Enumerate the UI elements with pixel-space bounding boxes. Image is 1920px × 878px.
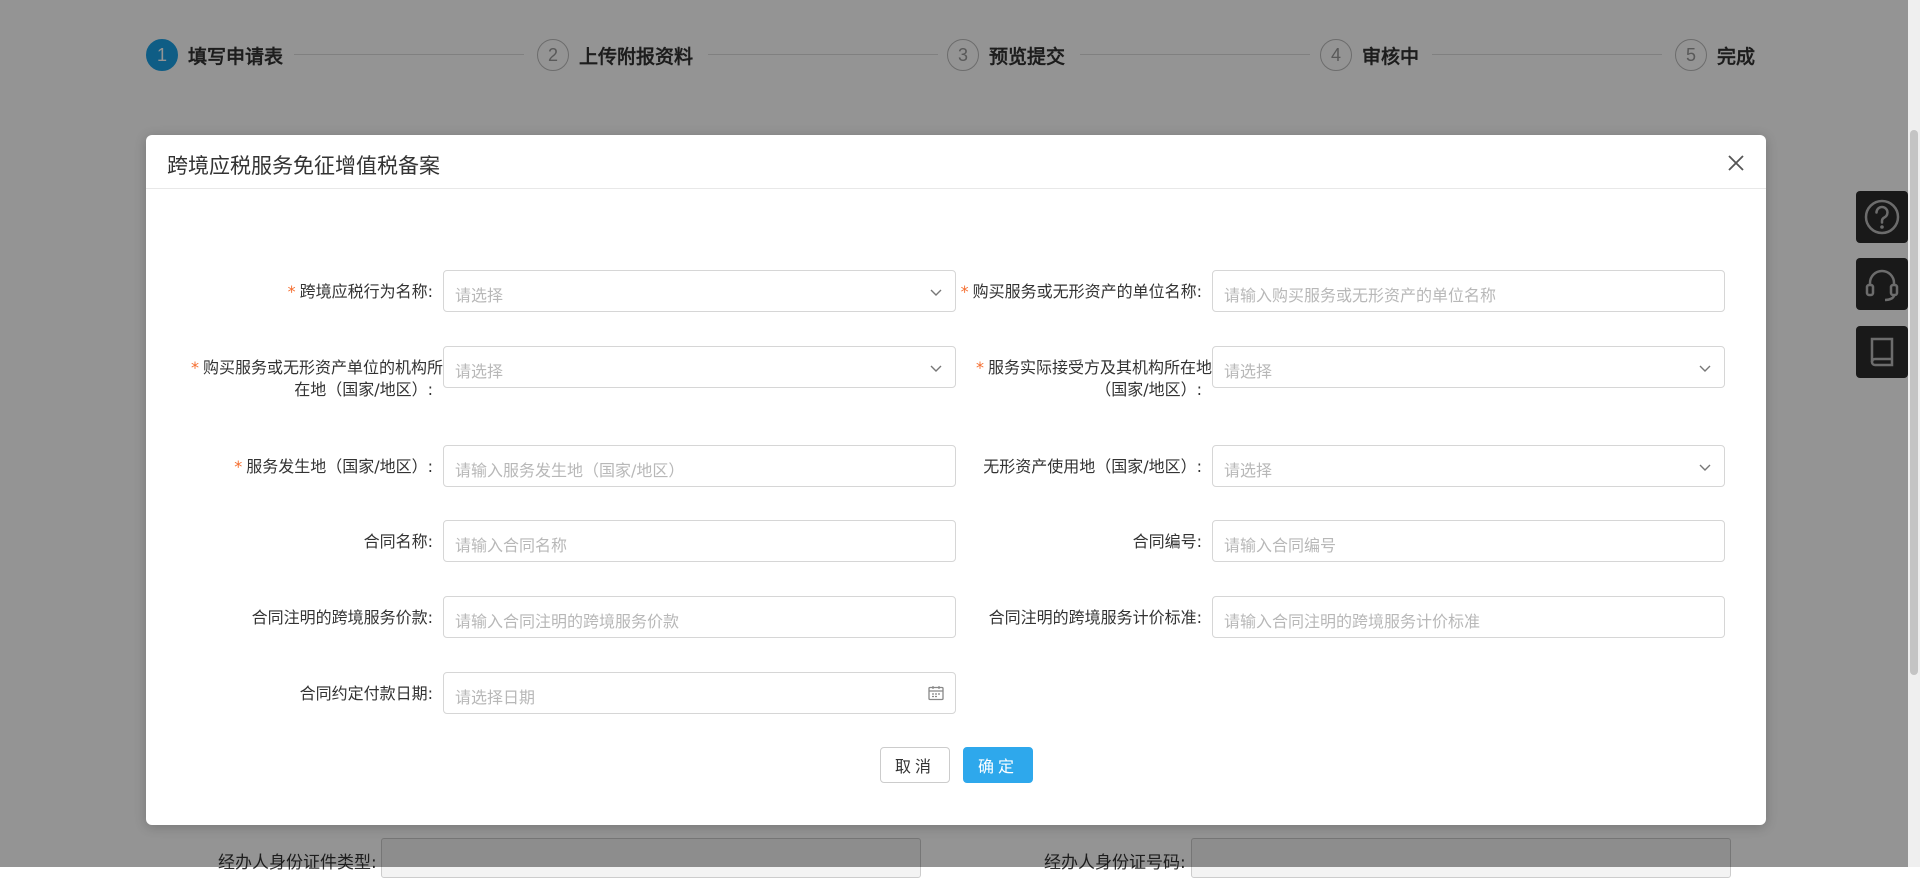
buyer-name-input[interactable]: 请输入购买服务或无形资产的单位名称 [1212,270,1725,312]
contract-no-label: 合同编号: [1132,532,1202,551]
filing-dialog: 跨境应税服务免征增值税备案 * 跨境应税行为名称: 请选择 * 购买服务或无形资产的… [146,135,1766,825]
service-place-input[interactable]: 请输入服务发生地（国家/地区） [443,445,956,487]
payment-date-label: 合同约定付款日期: [299,684,433,703]
chevron-down-icon [1699,464,1711,471]
dialog-title: 跨境应税服务免征增值税备案 [167,154,440,178]
service-place-label: * 服务发生地（国家/地区）: [234,457,433,476]
confirm-button[interactable]: 确定 [963,747,1033,783]
chevron-down-icon [930,365,942,372]
chevron-down-icon [930,289,942,296]
contract-no-input[interactable]: 请输入合同编号 [1212,520,1725,562]
contract-pricing-std-label: 合同注明的跨境服务计价标准: [988,608,1202,627]
contract-price-input[interactable]: 请输入合同注明的跨境服务价款 [443,596,956,638]
close-icon[interactable] [1724,151,1748,175]
behavior-name-select[interactable]: 请选择 [443,270,956,312]
page-scrollbar[interactable] [1908,0,1920,867]
receiver-location-select[interactable]: 请选择 [1212,346,1725,388]
dialog-header: 跨境应税服务免征增值税备案 [146,135,1766,189]
behavior-name-label: * 跨境应税行为名称: [287,282,433,301]
buyer-location-select[interactable]: 请选择 [443,346,956,388]
payment-date-picker[interactable]: 请选择日期 [443,672,956,714]
buyer-name-label: * 购买服务或无形资产的单位名称: [960,282,1202,301]
contract-name-label: 合同名称: [363,532,433,551]
calendar-icon [928,686,944,701]
contract-name-input[interactable]: 请输入合同名称 [443,520,956,562]
receiver-location-label: * 服务实际接受方及其机构所在地 （国家/地区）: [975,358,1212,399]
asset-use-place-select[interactable]: 请选择 [1212,445,1725,487]
scrollbar-thumb[interactable] [1910,130,1918,675]
chevron-down-icon [1699,365,1711,372]
buyer-location-label: * 购买服务或无形资产单位的机构所 在地（国家/地区）: [190,358,443,399]
cancel-button[interactable]: 取消 [880,747,950,783]
asset-use-place-label: 无形资产使用地（国家/地区）: [983,457,1202,476]
contract-pricing-std-input[interactable]: 请输入合同注明的跨境服务计价标准 [1212,596,1725,638]
contract-price-label: 合同注明的跨境服务价款: [251,608,433,627]
